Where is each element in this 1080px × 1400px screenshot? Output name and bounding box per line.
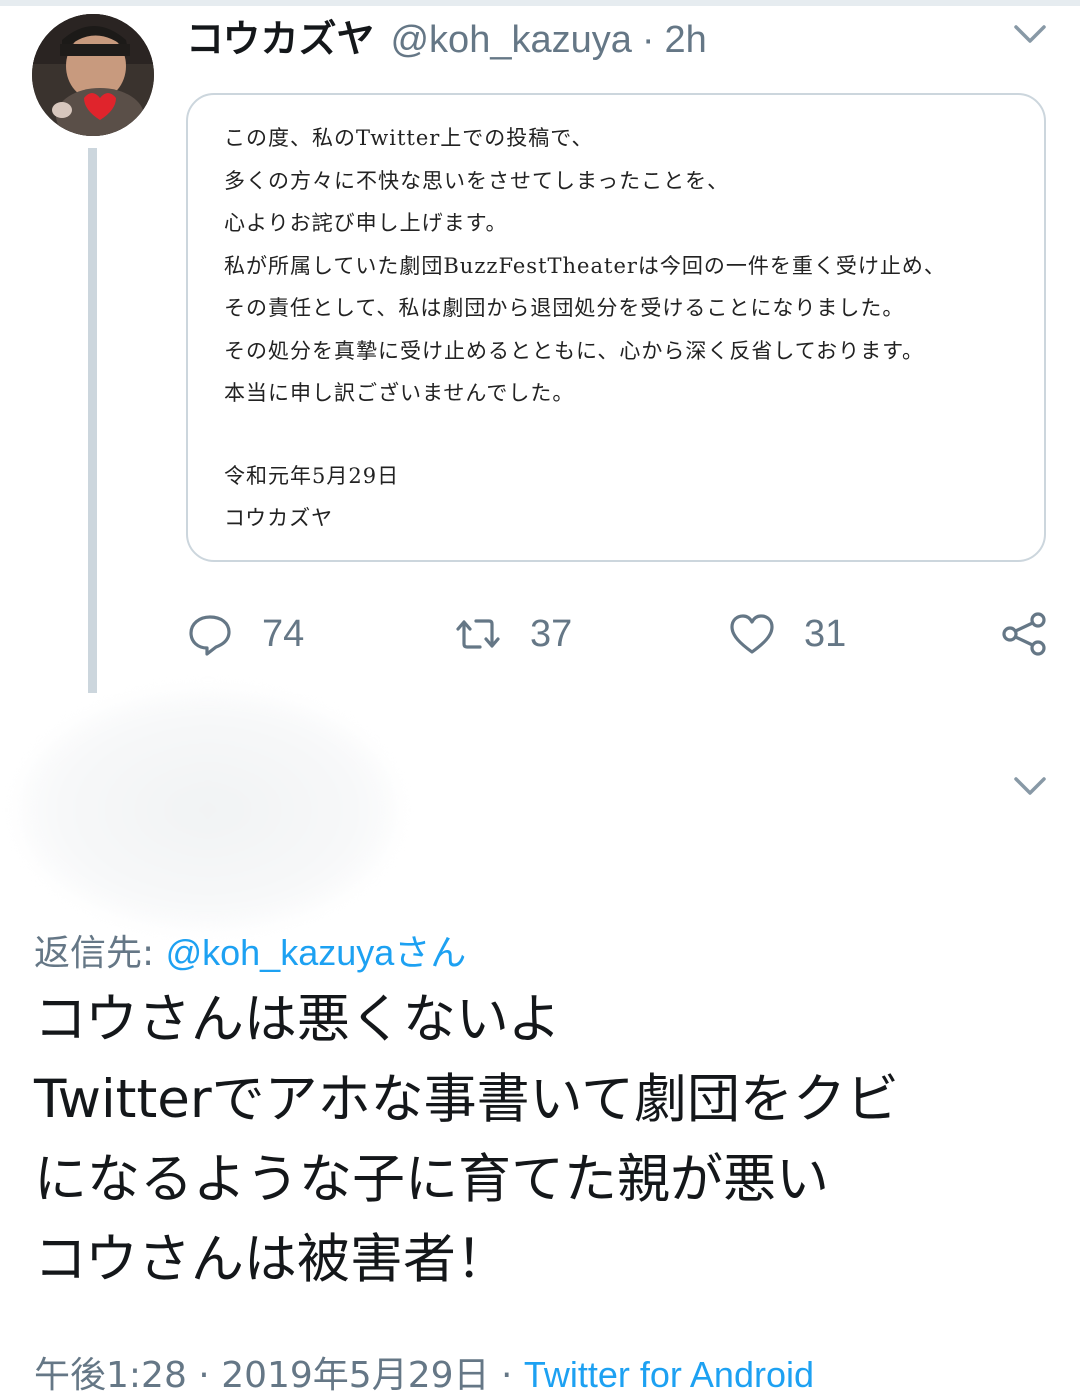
tweet-text: コウさんは悪くないよ Twitterでアホな事書いて劇団をクビ になるような子に…: [34, 980, 1064, 1300]
tweet-text-line: Twitterでアホな事書いて劇団をクビ: [34, 1069, 900, 1130]
chevron-down-icon[interactable]: [1008, 764, 1052, 808]
tweet-header: コウカズヤ @koh_kazuya · 2h: [186, 8, 707, 61]
reply-to-suffix: さん: [394, 933, 467, 974]
statement-line: 心よりお詫び申し上げます。: [224, 211, 508, 235]
like-count: 31: [804, 612, 847, 655]
tweet-actions: 74 37 31: [186, 608, 1056, 660]
reply-button[interactable]: 74: [186, 608, 304, 660]
statement-date: 令和元年5月29日: [224, 463, 400, 488]
retweet-count: 37: [530, 612, 573, 655]
tweet-text-line: コウさんは被害者！: [34, 1229, 509, 1290]
statement-line: その責任として、私は劇団から退団処分を受けることになりました。: [224, 296, 905, 320]
reply-context: 返信先: @koh_kazuyaさん: [34, 924, 466, 976]
statement-signature: コウカズヤ: [224, 506, 334, 530]
statement-gap: [224, 415, 1024, 455]
meta-separator: ·: [489, 1355, 524, 1396]
statement-line: この度、私のTwitter上での投稿で、: [224, 126, 594, 150]
meta-separator: ·: [186, 1355, 222, 1396]
avatar[interactable]: [32, 14, 154, 136]
chevron-down-icon[interactable]: [1008, 12, 1052, 56]
handle[interactable]: @koh_kazuya: [390, 19, 631, 62]
statement-line: 本当に申し訳ございませんでした。: [224, 381, 575, 405]
retweet-button[interactable]: 37: [454, 608, 572, 660]
reply-icon: [189, 615, 231, 656]
statement-text: この度、私のTwitter上での投稿で、 多くの方々に不快な思いをさせてしまった…: [224, 117, 1024, 540]
tweet-text-line: になるような子に育てた親が悪い: [34, 1149, 829, 1210]
blurred-avatar: [18, 690, 398, 930]
tweet-time[interactable]: 午後1:28: [34, 1355, 187, 1396]
share-button[interactable]: [1000, 608, 1048, 660]
statement-line: 私が所属していた劇団BuzzFestTheaterは今回の一件を重く受け止め、: [224, 253, 946, 278]
tweet-source[interactable]: Twitter for Android: [524, 1354, 814, 1395]
tweet-date[interactable]: 2019年5月29日: [221, 1355, 489, 1396]
tweet-metadata: 午後1:28 · 2019年5月29日 · Twitter for Androi…: [34, 1346, 814, 1398]
thread-connector: [88, 148, 97, 693]
retweet-icon: [456, 619, 500, 649]
like-button[interactable]: 31: [728, 608, 846, 660]
separator: ·: [641, 19, 655, 61]
statement-line: その処分を真摯に受け止めるとともに、心から深く反省しております。: [224, 338, 925, 363]
reply-to-handle[interactable]: @koh_kazuya: [166, 932, 395, 973]
like-icon: [730, 614, 774, 654]
media-image[interactable]: この度、私のTwitter上での投稿で、 多くの方々に不快な思いをさせてしまった…: [186, 93, 1046, 562]
statement-line: 多くの方々に不快な思いをさせてしまったことを、: [224, 168, 730, 193]
share-icon: [1002, 612, 1046, 656]
reply-count: 74: [262, 612, 305, 655]
tweet-text-line: コウさんは悪くないよ: [34, 989, 561, 1050]
display-name[interactable]: コウカズヤ: [186, 8, 374, 63]
reply-to-label: 返信先:: [34, 933, 166, 974]
top-divider: [0, 0, 1080, 6]
timestamp[interactable]: 2h: [665, 19, 707, 62]
